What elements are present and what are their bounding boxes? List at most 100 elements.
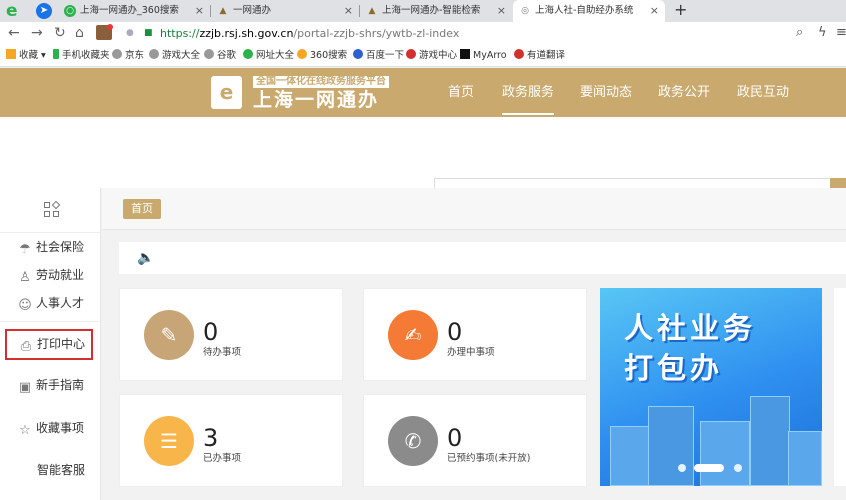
site-favicon-icon: ▲	[219, 6, 227, 16]
phone-icon: ✆	[388, 416, 438, 466]
browser-tab[interactable]: ○ 上海一网通办_360搜索 ×	[58, 0, 210, 22]
close-tab-icon[interactable]: ×	[497, 0, 506, 22]
app-grid-icon[interactable]	[44, 200, 61, 218]
menu-icon[interactable]: ≡	[836, 25, 846, 40]
completed-count: 3	[203, 424, 219, 452]
globe-icon	[112, 49, 122, 59]
sidebar: ☂ 社会保险 ♙ 劳动就业 ☺ 人事人才 ⎙ 打印中心 ▣ 新手指南 ☆ 收藏事项 智能客服	[0, 188, 101, 500]
address-toolbar: ← → ↻ ⌂ ● ■ https://zzjb.rsj.sh.gov.cn/p…	[0, 22, 846, 45]
star-icon: ☆	[19, 423, 31, 438]
game-icon	[406, 49, 416, 59]
completed-card[interactable]: ☰ 3 已办事项	[119, 394, 343, 487]
nav-home[interactable]: 首页	[448, 68, 474, 117]
nav-interaction[interactable]: 政民互动	[737, 68, 789, 117]
bookmark-item[interactable]: 谷歌	[204, 45, 236, 67]
new-tab-button[interactable]: +	[674, 0, 687, 20]
forward-arrow-icon[interactable]: →	[31, 25, 43, 41]
notice-bar: 🔈	[119, 242, 846, 274]
carousel-dot-active[interactable]	[694, 464, 724, 472]
search-zoom-icon[interactable]: ⌕	[796, 25, 803, 40]
bookmark-item[interactable]: 网址大全	[243, 45, 294, 67]
site-favicon-icon: ▲	[368, 6, 376, 16]
compass-icon[interactable]: ➤	[36, 3, 52, 19]
v-icon	[460, 49, 470, 59]
nav-public-affairs[interactable]: 政务公开	[658, 68, 710, 117]
bookmark-item[interactable]: 百度一下	[353, 45, 404, 67]
home-icon[interactable]: ⌂	[75, 25, 84, 41]
lock-icon: ■	[144, 28, 153, 38]
url-field[interactable]: ● ■ https://zzjb.rsj.sh.gov.cn/portal-zz…	[120, 24, 780, 43]
globe-icon	[204, 49, 214, 59]
banner-title-line1: 人社业务	[624, 311, 757, 345]
speaker-icon: 🔈	[137, 250, 155, 266]
paw-icon	[353, 49, 363, 59]
bookmark-item[interactable]: MyArro	[460, 45, 507, 67]
in-progress-label: 办理中事项	[447, 347, 495, 358]
browser-tab[interactable]: ▲ 上海一网通办-智能检索 ×	[360, 0, 512, 22]
globe-icon	[149, 49, 159, 59]
edit-document-icon: ✍	[388, 310, 438, 360]
back-arrow-icon[interactable]: ←	[8, 25, 20, 41]
lightning-icon[interactable]: ϟ	[818, 25, 827, 40]
carousel-dot[interactable]	[734, 464, 742, 472]
breadcrumb-home-tag[interactable]: 首页	[123, 199, 161, 219]
bookmark-item[interactable]: 游戏大全	[149, 45, 200, 67]
bookmark-item[interactable]: 京东	[112, 45, 144, 67]
worker-icon: ♙	[19, 270, 31, 285]
notification-dot	[107, 24, 113, 30]
todo-label: 待办事项	[203, 347, 242, 358]
close-tab-icon[interactable]: ×	[195, 0, 204, 22]
sidebar-item-personnel[interactable]: ☺ 人事人才	[18, 294, 84, 313]
bookmark-item[interactable]: 360搜索	[297, 45, 347, 67]
browser-tab-active[interactable]: ◎ 上海人社-自助经办系统 ×	[513, 0, 665, 22]
dropdown-panel-edge	[434, 178, 846, 189]
sidebar-item-employment[interactable]: ♙ 劳动就业	[18, 266, 84, 285]
nav-services[interactable]: 政务服务	[502, 68, 555, 117]
bookmark-item[interactable]: 手机收藏夹	[53, 45, 110, 67]
sidebar-item-print-center[interactable]: ⎙ 打印中心	[5, 329, 94, 360]
carousel-dot[interactable]	[678, 464, 686, 472]
in-progress-card[interactable]: ✍ 0 办理中事项	[363, 288, 587, 381]
logo-subtitle: 全国一体化在线政务服务平台	[253, 76, 389, 88]
promo-banner[interactable]: 人社业务 打包办	[600, 288, 822, 486]
guide-icon: ▣	[18, 380, 32, 395]
search-icon	[297, 49, 307, 59]
sidebar-item-social-insurance[interactable]: ☂ 社会保险	[18, 238, 84, 257]
right-panel-edge	[833, 288, 846, 486]
sidebar-divider	[0, 232, 100, 233]
logo-title[interactable]: 上海一网通办	[253, 88, 379, 112]
sidebar-item-beginner-guide[interactable]: ▣ 新手指南	[18, 376, 84, 395]
reserved-label: 已预约事项(未开放)	[447, 453, 531, 464]
bookmark-item[interactable]: 游戏中心	[406, 45, 457, 67]
people-icon: ☺	[18, 298, 32, 313]
close-tab-icon[interactable]: ×	[650, 0, 659, 22]
star-icon	[6, 49, 16, 59]
bookmark-item[interactable]: 收藏 ▾	[6, 45, 46, 67]
circle-icon: ●	[126, 28, 134, 38]
globe-icon	[243, 49, 253, 59]
sidebar-item-favorites[interactable]: ☆ 收藏事项	[18, 419, 84, 438]
phone-icon	[53, 49, 59, 59]
sidebar-item-smart-service[interactable]: 智能客服	[37, 461, 85, 479]
in-progress-count: 0	[447, 318, 463, 346]
reload-icon[interactable]: ↻	[54, 25, 66, 41]
browser-tab-bar: e ➤ ○ 上海一网通办_360搜索 × ▲ 一网通办 × ▲ 上海一网通办-智…	[0, 0, 846, 22]
url-text: https://zzjb.rsj.sh.gov.cn/portal-zzjb-s…	[160, 27, 460, 40]
breadcrumb: 首页	[102, 188, 846, 230]
completed-label: 已办事项	[203, 453, 242, 464]
search-favicon-icon: ○	[64, 5, 76, 17]
banner-title-line2: 打包办	[624, 351, 724, 385]
reserved-count: 0	[447, 424, 463, 452]
todo-card[interactable]: ✎ 0 待办事项	[119, 288, 343, 381]
close-tab-icon[interactable]: ×	[344, 0, 353, 22]
reserved-card[interactable]: ✆ 0 已预约事项(未开放)	[363, 394, 587, 487]
site-logo-icon[interactable]: e	[211, 76, 242, 109]
sidebar-divider	[0, 321, 100, 322]
document-icon: ✎	[144, 310, 194, 360]
browser-tab[interactable]: ▲ 一网通办 ×	[211, 0, 359, 22]
bookmark-item[interactable]: 有道翻译	[514, 45, 565, 67]
nav-news[interactable]: 要闻动态	[580, 68, 632, 117]
translate-icon	[514, 49, 524, 59]
printer-icon: ⎙	[20, 339, 32, 354]
document-list-icon: ☰	[144, 416, 194, 466]
